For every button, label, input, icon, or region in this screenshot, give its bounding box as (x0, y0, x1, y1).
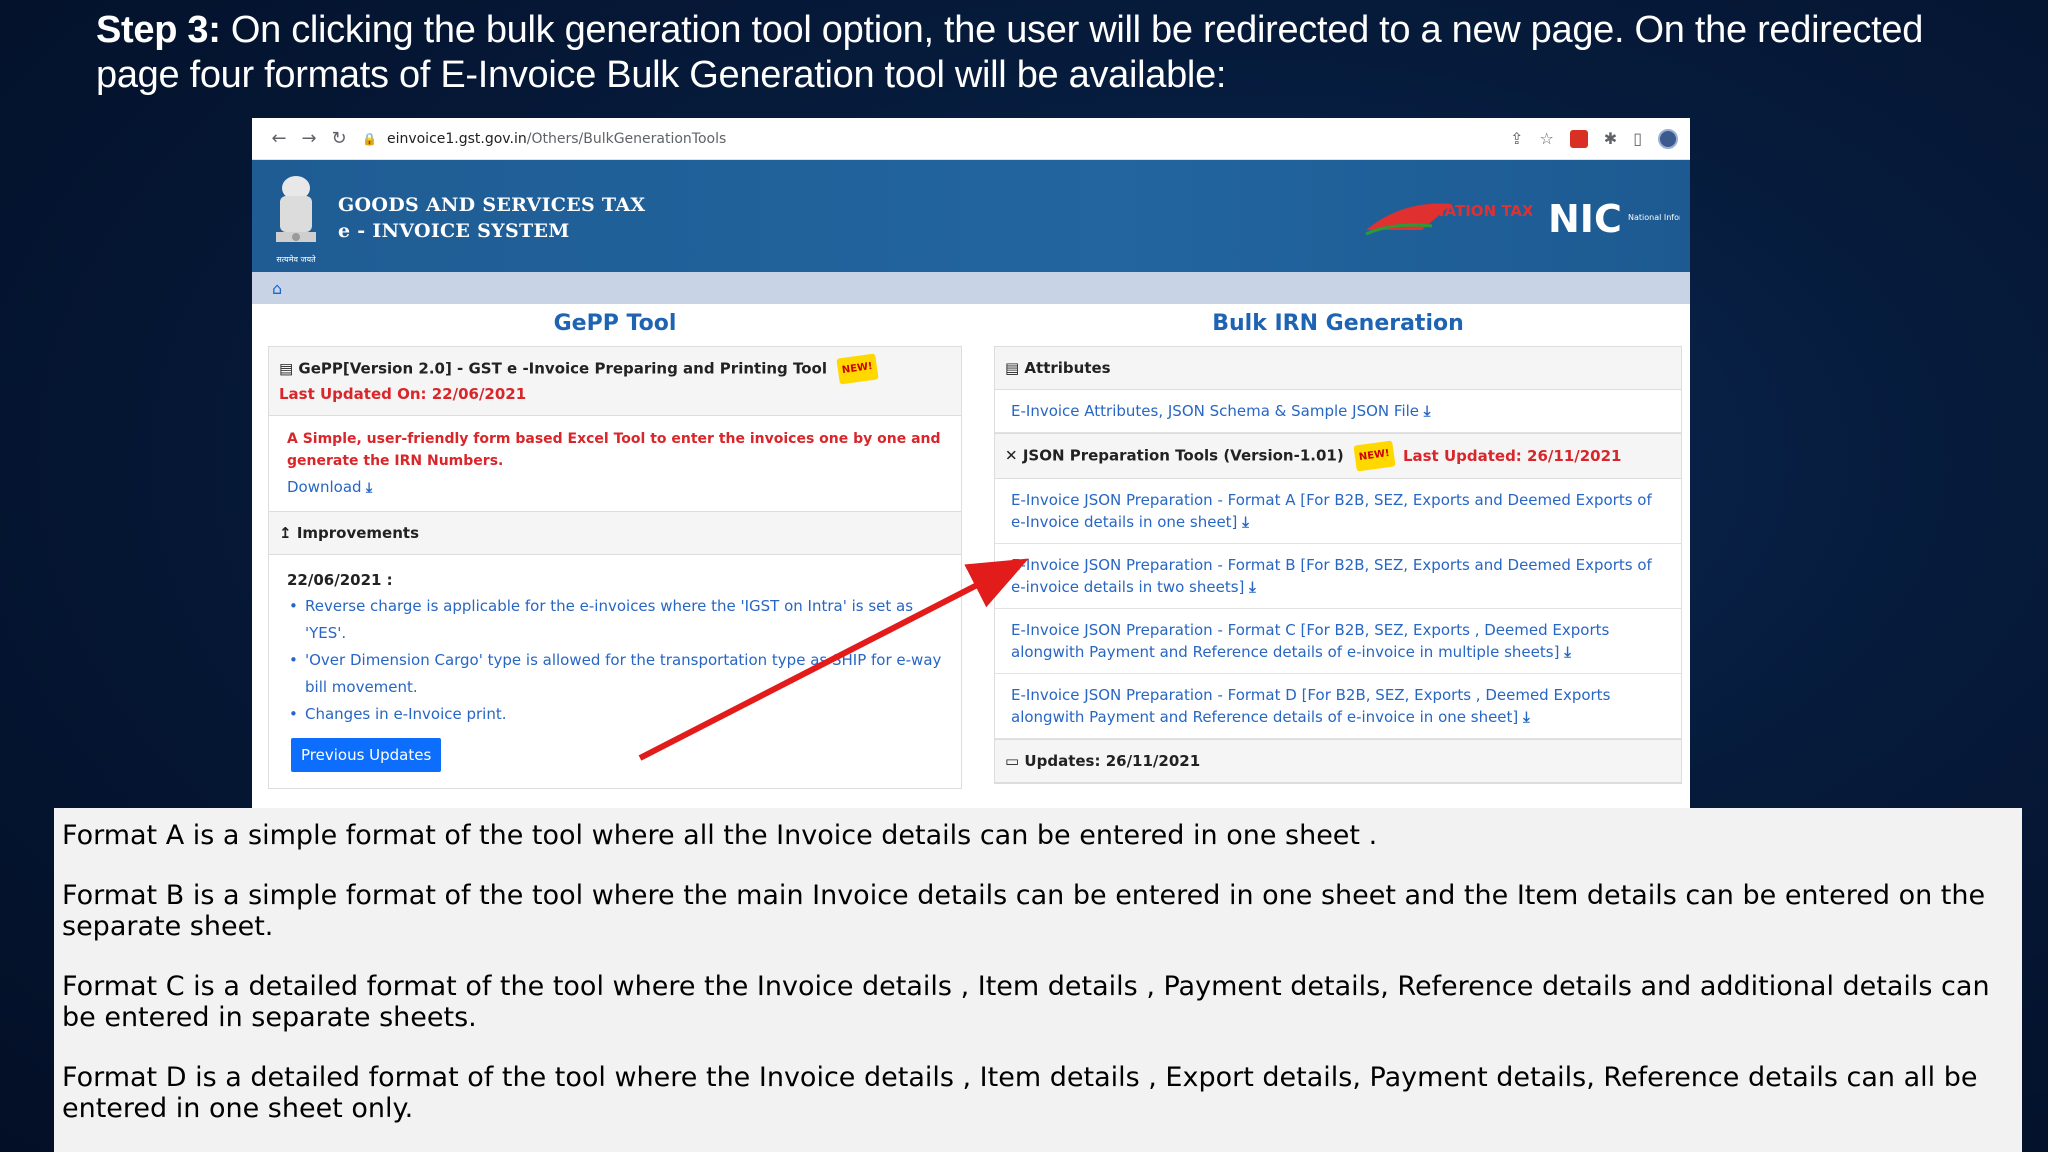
nation-tax-market-logo: NATION TAX MARKET (1365, 202, 1532, 236)
extension-red-icon[interactable] (1569, 129, 1588, 148)
download-icon[interactable]: ⤓ (1564, 643, 1571, 661)
logo-nic-text: NIC (1548, 197, 1622, 241)
list-item: Changes in e-Invoice print. (287, 701, 943, 728)
site-title-line1: GOODS AND SERVICES TAX (338, 194, 646, 216)
gepp-last-updated: Last Updated On: 22/06/2021 (279, 385, 527, 403)
previous-updates-button[interactable]: Previous Updates (291, 738, 442, 772)
bookmark-star-icon[interactable]: ☆ (1539, 129, 1553, 148)
list-item: Reverse charge is applicable for the e-i… (287, 593, 943, 647)
gepp-download-link[interactable]: Download (287, 478, 362, 496)
attributes-head: ▤ Attributes (995, 347, 1681, 390)
extensions-puzzle-icon[interactable]: ✱ (1604, 129, 1617, 148)
bulk-irn-column: Bulk IRN Generation ▤ Attributes E-Invoi… (994, 304, 1682, 784)
gepp-panel: ▤ GePP[Version 2.0] - GST e -Invoice Pre… (268, 346, 962, 789)
updates-icon: ▭ (1005, 752, 1020, 770)
content-columns: GePP Tool ▤ GePP[Version 2.0] - GST e -I… (252, 304, 1690, 808)
new-badge-icon: NEW! (836, 353, 879, 385)
new-badge-icon: NEW! (1353, 440, 1396, 472)
improvements-head: ↥ Improvements (269, 511, 961, 555)
format-a-item: E-Invoice JSON Preparation - Format A [F… (995, 479, 1681, 544)
format-d-item: E-Invoice JSON Preparation - Format D [F… (995, 674, 1681, 739)
improvements-icon: ↥ (279, 524, 292, 542)
forward-icon[interactable]: → (294, 128, 324, 149)
improvements-date: 22/06/2021 : (287, 571, 393, 589)
json-last-updated: Last Updated: 26/11/2021 (1402, 446, 1622, 465)
json-tools-heading: JSON Preparation Tools (Version-1.01) (1022, 446, 1344, 465)
format-b-item: E-Invoice JSON Preparation - Format B [F… (995, 544, 1681, 609)
attributes-heading: Attributes (1024, 359, 1111, 377)
gepp-panel-head: ▤ GePP[Version 2.0] - GST e -Invoice Pre… (269, 347, 961, 416)
note-format-d: Format D is a detailed format of the too… (62, 1062, 1978, 1124)
gepp-title: GePP Tool (553, 311, 677, 336)
format-b-link[interactable]: E-Invoice JSON Preparation - Format B [F… (1011, 556, 1652, 596)
profile-avatar-icon[interactable] (1658, 128, 1678, 149)
note-format-a: Format A is a simple format of the tool … (62, 820, 1378, 851)
format-d-link[interactable]: E-Invoice JSON Preparation - Format D [F… (1011, 686, 1610, 726)
gepp-column: GePP Tool ▤ GePP[Version 2.0] - GST e -I… (268, 304, 962, 789)
download-icon[interactable]: ⤓ (1523, 708, 1530, 726)
bulk-irn-title: Bulk IRN Generation (1212, 311, 1464, 336)
step-label: Step 3: (96, 9, 221, 51)
download-icon[interactable]: ⤓ (366, 480, 372, 496)
attributes-panel: ▤ Attributes E-Invoice Attributes, JSON … (994, 346, 1682, 784)
share-icon[interactable]: ⇪ (1510, 129, 1523, 148)
attributes-item: E-Invoice Attributes, JSON Schema & Samp… (995, 390, 1681, 433)
format-notes: Format A is a simple format of the tool … (54, 808, 2022, 1152)
lock-icon: 🔒 (362, 131, 377, 146)
download-icon[interactable]: ⤓ (1242, 513, 1249, 531)
reload-icon[interactable]: ↻ (324, 128, 354, 149)
gepp-description: A Simple, user-friendly form based Excel… (287, 431, 941, 469)
format-a-link[interactable]: E-Invoice JSON Preparation - Format A [F… (1011, 491, 1652, 531)
nic-logo: NIC National Informatics Centre (1548, 192, 1690, 242)
list-item: 'Over Dimension Cargo' type is allowed f… (287, 647, 943, 701)
gepp-panel-body: A Simple, user-friendly form based Excel… (269, 416, 961, 511)
logo-nic-sub: National Informatics Centre (1628, 213, 1680, 222)
step-text: On clicking the bulk generation tool opt… (96, 9, 1924, 96)
tools-icon: ✕ (1005, 446, 1018, 465)
emblem-caption: सत्यमेव जयते (276, 254, 316, 264)
url-host: einvoice1.gst.gov.in (386, 130, 527, 147)
national-emblem-icon: सत्यमेव जयते (276, 176, 316, 264)
url-path: /Others/BulkGenerationTools (526, 130, 727, 147)
improvements-body: 22/06/2021 : Reverse charge is applicabl… (269, 555, 961, 788)
improvements-list: Reverse charge is applicable for the e-i… (287, 593, 943, 728)
toolbar-icons: ⇪ ☆ ✱ ▯ (1510, 128, 1678, 149)
site-title: GOODS AND SERVICES TAX e - INVOICE SYSTE… (338, 192, 645, 244)
site-header: सत्यमेव जयते GOODS AND SERVICES TAX e - … (252, 160, 1690, 272)
json-tools-head: ✕ JSON Preparation Tools (Version-1.01) … (995, 433, 1681, 479)
attributes-link[interactable]: E-Invoice Attributes, JSON Schema & Samp… (1011, 402, 1419, 420)
improvements-heading: Improvements (296, 524, 419, 542)
address-bar[interactable]: 🔒 einvoice1.gst.gov.in/Others/BulkGenera… (362, 124, 1510, 154)
download-icon[interactable]: ⤓ (1249, 578, 1256, 596)
document-icon: ▤ (1005, 359, 1020, 377)
document-icon: ▤ (279, 359, 294, 378)
breadcrumb-bar: ⌂ (252, 272, 1690, 304)
logo-tm-text: NATION TAX MARKET (1432, 202, 1532, 220)
updates-heading: Updates: 26/11/2021 (1024, 752, 1201, 770)
gepp-heading: GePP[Version 2.0] - GST e -Invoice Prepa… (298, 359, 827, 378)
side-panel-icon[interactable]: ▯ (1633, 129, 1642, 148)
download-icon[interactable]: ⤓ (1424, 402, 1431, 420)
browser-toolbar: ← → ↻ 🔒 einvoice1.gst.gov.in/Others/Bulk… (252, 118, 1690, 160)
updates-head: ▭ Updates: 26/11/2021 (995, 739, 1681, 783)
format-c-item: E-Invoice JSON Preparation - Format C [F… (995, 609, 1681, 674)
note-format-c: Format C is a detailed format of the too… (62, 971, 1990, 1033)
slide-heading: Step 3: On clicking the bulk generation … (96, 8, 1936, 98)
back-icon[interactable]: ← (264, 128, 294, 149)
format-c-link[interactable]: E-Invoice JSON Preparation - Format C [F… (1011, 621, 1609, 661)
browser-screenshot: ← → ↻ 🔒 einvoice1.gst.gov.in/Others/Bulk… (252, 118, 1690, 808)
note-format-b: Format B is a simple format of the tool … (62, 880, 1986, 942)
home-icon[interactable]: ⌂ (272, 279, 282, 298)
site-title-line2: e - INVOICE SYSTEM (338, 220, 570, 242)
